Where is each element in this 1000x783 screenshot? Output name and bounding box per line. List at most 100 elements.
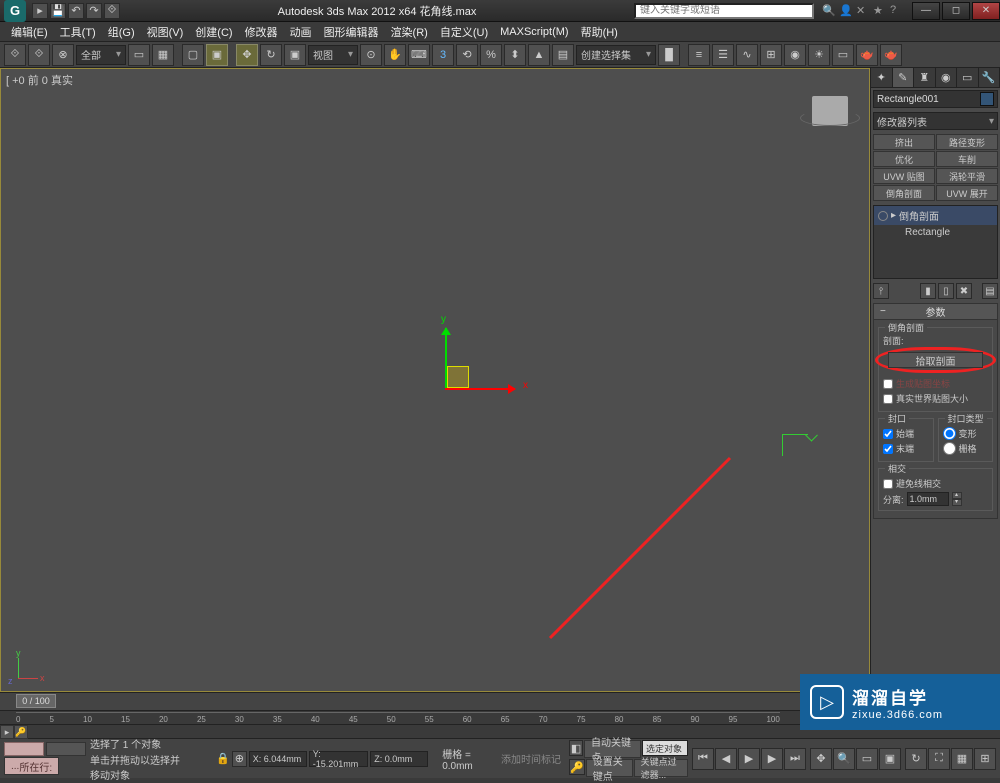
eye-icon[interactable] [878, 211, 888, 221]
pivot-icon[interactable]: ⊙ [360, 44, 382, 66]
script-line-button[interactable]: ... 所在行: [4, 757, 59, 775]
rotate-icon[interactable]: ↻ [260, 44, 282, 66]
curve-editor-icon[interactable]: ∿ [736, 44, 758, 66]
menu-animation[interactable]: 动画 [285, 22, 317, 42]
coord-display-icon[interactable]: ⊕ [232, 751, 247, 767]
cap-start-check[interactable]: 始端 [883, 427, 929, 440]
signin-icon[interactable]: 👤 [839, 4, 853, 18]
gen-mapcoords-check[interactable]: 生成贴图坐标 [883, 377, 988, 390]
nav-orbit-icon[interactable]: ↻ [905, 748, 927, 770]
menu-tools[interactable]: 工具(T) [55, 22, 101, 42]
percent-snap-icon[interactable]: % [480, 44, 502, 66]
cap-grid-radio[interactable]: 栅格 [943, 442, 989, 455]
mod-extrude-button[interactable]: 挤出 [873, 134, 935, 150]
prev-frame-icon[interactable]: ◀ [715, 748, 737, 770]
mirror-icon[interactable]: ▐▌ [658, 44, 680, 66]
favorite-icon[interactable]: ★ [873, 4, 887, 18]
coord-y[interactable]: Y: -15.201mm [309, 751, 368, 767]
ref-coord-dropdown[interactable]: 视图 [308, 45, 358, 65]
show-end-icon[interactable]: ▮ [920, 283, 936, 299]
tab-motion-icon[interactable]: ◉ [936, 68, 958, 87]
cap-end-check[interactable]: 末端 [883, 442, 929, 455]
setkey-icon[interactable]: 🔑 [569, 759, 585, 775]
qat-redo-icon[interactable]: ↷ [86, 3, 102, 19]
goto-end-icon[interactable]: ⏭ [784, 748, 806, 770]
keyfilter-button[interactable]: 关键点过滤器... [634, 759, 688, 777]
menu-help[interactable]: 帮助(H) [576, 22, 623, 42]
mod-uvwmap-button[interactable]: UVW 贴图 [873, 168, 935, 184]
menu-edit[interactable]: 编辑(E) [6, 22, 53, 42]
mod-turbosmooth-button[interactable]: 涡轮平滑 [936, 168, 998, 184]
nav-zoomext-icon[interactable]: ▣ [879, 748, 901, 770]
bind-icon[interactable]: ⊗ [52, 44, 74, 66]
make-unique-icon[interactable]: ▯ [938, 283, 954, 299]
time-slider-handle[interactable]: 0 / 100 [16, 694, 56, 708]
setkey-button[interactable]: 设置关键点 [586, 759, 633, 777]
search-icon[interactable]: 🔍 [822, 4, 836, 18]
menu-create[interactable]: 创建(C) [190, 22, 237, 42]
goto-start-icon[interactable]: ⏮ [692, 748, 714, 770]
avoid-intersect-check[interactable]: 避免线相交 [883, 477, 988, 490]
viewcube-ring[interactable] [800, 110, 860, 126]
mod-optimize-button[interactable]: 优化 [873, 151, 935, 167]
mod-bevelprofile-button[interactable]: 倒角剖面 [873, 185, 935, 201]
rect-select-icon[interactable]: ▢ [182, 44, 204, 66]
edged-icon[interactable]: ▲ [528, 44, 550, 66]
pin-stack-icon[interactable]: ⫯ [873, 283, 889, 299]
mod-lathe-button[interactable]: 车削 [936, 151, 998, 167]
layers-icon[interactable]: ☰ [712, 44, 734, 66]
configure-sets-icon[interactable]: ▤ [982, 283, 998, 299]
help-search-input[interactable] [634, 3, 814, 19]
qat-link-icon[interactable]: ⟐ [104, 3, 120, 19]
selection-filter-dropdown[interactable]: 全部 [76, 45, 126, 65]
nav-fov-icon[interactable]: ▭ [856, 748, 878, 770]
isolate-icon[interactable]: ◧ [569, 740, 583, 756]
menu-customize[interactable]: 自定义(U) [435, 22, 493, 42]
next-frame-icon[interactable]: ▶ [761, 748, 783, 770]
rollout-header[interactable]: 参数 [874, 304, 997, 320]
render-setup-icon[interactable]: ☀ [808, 44, 830, 66]
render-icon[interactable]: 🫖 [856, 44, 878, 66]
keymode-dropdown[interactable]: 选定对象 [642, 740, 688, 756]
select-name-icon[interactable]: ▦ [152, 44, 174, 66]
schematic-icon[interactable]: ⊞ [760, 44, 782, 66]
nav-maximize-icon[interactable]: ⛶ [928, 748, 950, 770]
keyboard-icon[interactable]: ⌨ [408, 44, 430, 66]
move-icon[interactable]: ✥ [236, 44, 258, 66]
maximize-button[interactable]: ◻ [942, 2, 970, 20]
mod-pathdeform-button[interactable]: 路径变形 [936, 134, 998, 150]
menu-group[interactable]: 组(G) [103, 22, 140, 42]
pick-profile-button[interactable]: 拾取剖面 [888, 352, 983, 368]
nav-region-icon[interactable]: ▦ [951, 748, 973, 770]
scale-icon[interactable]: ▣ [284, 44, 306, 66]
tab-hierarchy-icon[interactable]: ♜ [914, 68, 936, 87]
trackbar-toggle-icon[interactable]: ▸ [0, 725, 14, 739]
window-crossing-icon[interactable]: ▣ [206, 44, 228, 66]
menu-maxscript[interactable]: MAXScript(M) [495, 24, 573, 40]
align-icon[interactable]: ≡ [688, 44, 710, 66]
tab-create-icon[interactable]: ✦ [871, 68, 893, 87]
separation-spinner[interactable]: 1.0mm [907, 492, 949, 506]
minimize-button[interactable]: — [912, 2, 940, 20]
qat-save-icon[interactable]: 💾 [50, 3, 66, 19]
tab-display-icon[interactable]: ▭ [957, 68, 979, 87]
qat-undo-icon[interactable]: ↶ [68, 3, 84, 19]
nav-all-icon[interactable]: ⊞ [974, 748, 996, 770]
remove-mod-icon[interactable]: ✖ [956, 283, 972, 299]
select-icon[interactable]: ▭ [128, 44, 150, 66]
object-color-swatch[interactable] [980, 92, 994, 106]
nav-pan-icon[interactable]: ✥ [810, 748, 832, 770]
render-prod-icon[interactable]: 🫖 [880, 44, 902, 66]
exchange-icon[interactable]: ✕ [856, 4, 870, 18]
mod-unwrapuvw-button[interactable]: UVW 展开 [936, 185, 998, 201]
coord-z[interactable]: Z: 0.0mm [370, 751, 428, 767]
trackbar-keys-icon[interactable]: 🔑 [14, 725, 28, 739]
add-time-tag[interactable]: 添加时间标记 [501, 751, 561, 766]
angle-snap-icon[interactable]: ⟲ [456, 44, 478, 66]
lock-icon[interactable]: 🔒 [216, 752, 230, 766]
render-frame-icon[interactable]: ▭ [832, 44, 854, 66]
object-name-field[interactable]: Rectangle001 [873, 90, 998, 108]
app-icon[interactable]: G [4, 0, 26, 22]
viewport-label[interactable]: [ +0 前 0 真实 [6, 72, 73, 88]
help-icon[interactable]: ? [890, 4, 904, 18]
